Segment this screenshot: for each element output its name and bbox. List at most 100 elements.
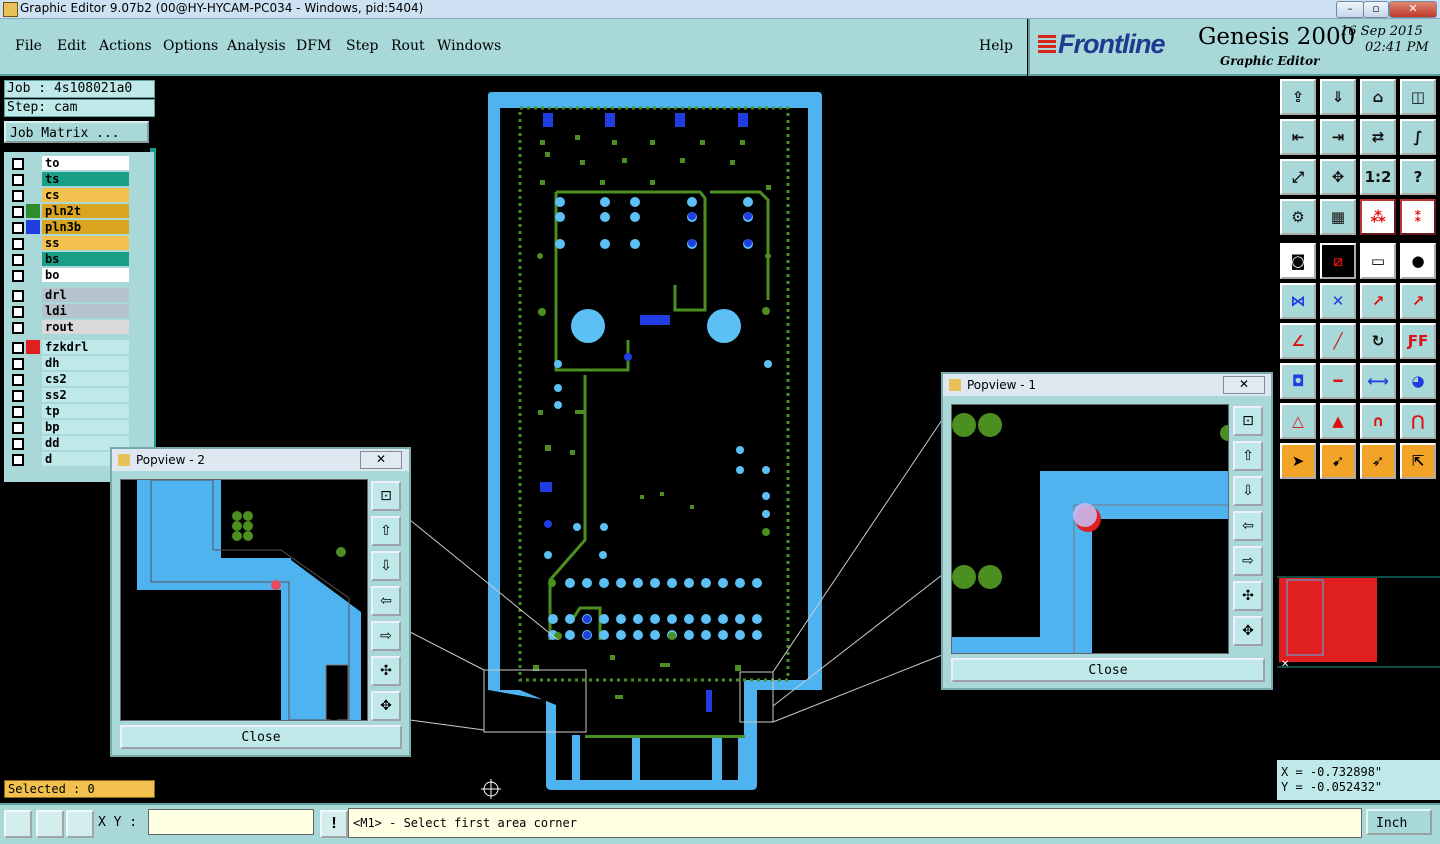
pan-left-icon[interactable]: ⇦	[1233, 511, 1263, 541]
arc-icon[interactable]: ↻	[1360, 323, 1396, 359]
select-arrow-circle-icon[interactable]: ➶	[1360, 443, 1396, 479]
layer-checkbox[interactable]	[12, 374, 24, 386]
menu-step[interactable]: Step	[346, 38, 378, 54]
close-window-button[interactable]: ✕	[1389, 1, 1437, 18]
overview-map[interactable]: ✕	[1277, 485, 1440, 760]
arch-icon[interactable]: ∩	[1360, 403, 1396, 439]
menu-edit[interactable]: Edit	[57, 38, 86, 54]
zoom-area-icon[interactable]	[4, 810, 32, 838]
delete-node-icon[interactable]: ✕	[1320, 283, 1356, 319]
slash-line-icon[interactable]: ╱	[1320, 323, 1356, 359]
layer-checkbox[interactable]	[12, 222, 24, 234]
menu-options[interactable]: Options	[163, 38, 218, 54]
extend-line-icon[interactable]: ↗	[1400, 283, 1436, 319]
zoom-in-icon[interactable]: ✣	[371, 656, 401, 686]
menu-file[interactable]: File	[15, 38, 42, 54]
layer-checkbox[interactable]	[12, 390, 24, 402]
popview-1-x-button[interactable]: ✕	[1223, 376, 1265, 394]
select-net-icon[interactable]: ⇱	[1400, 443, 1436, 479]
arch-fill-icon[interactable]: ⋂	[1400, 403, 1436, 439]
pad-add-icon[interactable]: ◘	[1280, 363, 1316, 399]
node-graph-icon[interactable]: ⋈	[1280, 283, 1316, 319]
popview-1-close-button[interactable]: Close	[951, 658, 1265, 682]
angle-icon[interactable]: ∠	[1280, 323, 1316, 359]
pan-up-icon[interactable]: ⇧	[371, 516, 401, 546]
text-edit-icon[interactable]: ƑF	[1400, 323, 1436, 359]
layer-checkbox[interactable]	[12, 406, 24, 418]
swap-icon[interactable]: ⇄	[1360, 119, 1396, 155]
layer-checkbox[interactable]	[12, 270, 24, 282]
triangle-fill-icon[interactable]: ▲	[1320, 403, 1356, 439]
pan-down-icon[interactable]: ⇩	[371, 551, 401, 581]
line-draw-icon[interactable]: ⧄	[1320, 243, 1356, 279]
resize-icon[interactable]: ⟷	[1360, 363, 1396, 399]
move-left-icon[interactable]: ⇤	[1280, 119, 1316, 155]
scale-one-to-two-icon[interactable]: 1:2	[1360, 159, 1396, 195]
copy-shape-icon[interactable]: ◕	[1400, 363, 1436, 399]
zoom-center-icon[interactable]: ✥	[1320, 159, 1356, 195]
select-arrow-icon[interactable]: ➤	[1280, 443, 1316, 479]
pan-up-icon[interactable]: ⇧	[1233, 441, 1263, 471]
layer-checkbox[interactable]	[12, 190, 24, 202]
zoom-out-icon[interactable]: ✥	[371, 691, 401, 721]
grid-icon[interactable]: ▦	[1320, 199, 1356, 235]
layer-checkbox[interactable]	[12, 174, 24, 186]
layer-checkbox[interactable]	[12, 238, 24, 250]
job-matrix-button[interactable]: Job Matrix ...	[4, 121, 149, 143]
split-line-icon[interactable]: ━	[1320, 363, 1356, 399]
menu-rout[interactable]: Rout	[391, 38, 425, 54]
drill-hole-icon[interactable]: ●	[1400, 243, 1436, 279]
zoom-fit-icon[interactable]: ⊡	[1233, 406, 1263, 436]
warning-icon[interactable]: !	[320, 810, 348, 838]
select-arrow-box-icon[interactable]: ➹	[1320, 443, 1356, 479]
pan-right-icon[interactable]: ⇨	[371, 621, 401, 651]
net-highlight-icon[interactable]: ⁑	[1400, 199, 1436, 235]
popview-1-titlebar[interactable]: Popview - 1	[943, 374, 1271, 396]
pan-right-icon[interactable]: ⇨	[1233, 546, 1263, 576]
xy-input[interactable]	[148, 809, 314, 835]
maximize-button[interactable]: ▫	[1363, 1, 1389, 18]
fit-window-icon[interactable]: ⤢	[1280, 159, 1316, 195]
move-right-icon[interactable]: ⇥	[1320, 119, 1356, 155]
split-view-icon[interactable]: ◫	[1400, 79, 1436, 115]
zoom-in-icon[interactable]: ✣	[1233, 581, 1263, 611]
popview-1-canvas[interactable]	[951, 404, 1229, 654]
menu-windows[interactable]: Windows	[437, 38, 501, 54]
triangle-icon[interactable]: △	[1280, 403, 1316, 439]
layer-checkbox[interactable]	[12, 342, 24, 354]
layer-checkbox[interactable]	[12, 254, 24, 266]
layer-checkbox[interactable]	[12, 158, 24, 170]
popview-2-close-button[interactable]: Close	[120, 725, 402, 749]
minimize-button[interactable]: –	[1336, 1, 1364, 18]
import-icon[interactable]: ⇪	[1280, 79, 1316, 115]
measure-icon[interactable]: ⚙	[1280, 199, 1316, 235]
layer-checkbox[interactable]	[12, 290, 24, 302]
export-icon[interactable]: ⇓	[1320, 79, 1356, 115]
grid-snap-icon[interactable]	[66, 810, 94, 838]
net-connect-icon[interactable]: ⁂	[1360, 199, 1396, 235]
ruler-icon[interactable]: ▭	[1360, 243, 1396, 279]
layer-checkbox[interactable]	[12, 322, 24, 334]
measure-tool-icon[interactable]	[36, 810, 64, 838]
layer-checkbox[interactable]	[12, 438, 24, 450]
layer-checkbox[interactable]	[12, 454, 24, 466]
help-icon[interactable]: ?	[1400, 159, 1436, 195]
layer-checkbox[interactable]	[12, 306, 24, 318]
pan-down-icon[interactable]: ⇩	[1233, 476, 1263, 506]
layer-checkbox[interactable]	[12, 422, 24, 434]
zoom-out-icon[interactable]: ✥	[1233, 616, 1263, 646]
mirror-icon[interactable]: ∫	[1400, 119, 1436, 155]
popview-2-canvas[interactable]	[120, 479, 368, 721]
units-select[interactable]: Inch	[1366, 809, 1432, 835]
menu-analysis[interactable]: Analysis	[227, 38, 286, 54]
add-line-icon[interactable]: ↗	[1360, 283, 1396, 319]
popview-2-x-button[interactable]: ✕	[360, 451, 402, 469]
layer-checkbox[interactable]	[12, 206, 24, 218]
pan-left-icon[interactable]: ⇦	[371, 586, 401, 616]
menu-help[interactable]: Help	[979, 38, 1013, 54]
home-view-icon[interactable]: ⌂	[1360, 79, 1396, 115]
menu-dfm[interactable]: DFM	[296, 38, 331, 54]
layer-checkbox[interactable]	[12, 358, 24, 370]
pad-select-icon[interactable]: ◙	[1280, 243, 1316, 279]
menu-actions[interactable]: Actions	[99, 38, 152, 54]
